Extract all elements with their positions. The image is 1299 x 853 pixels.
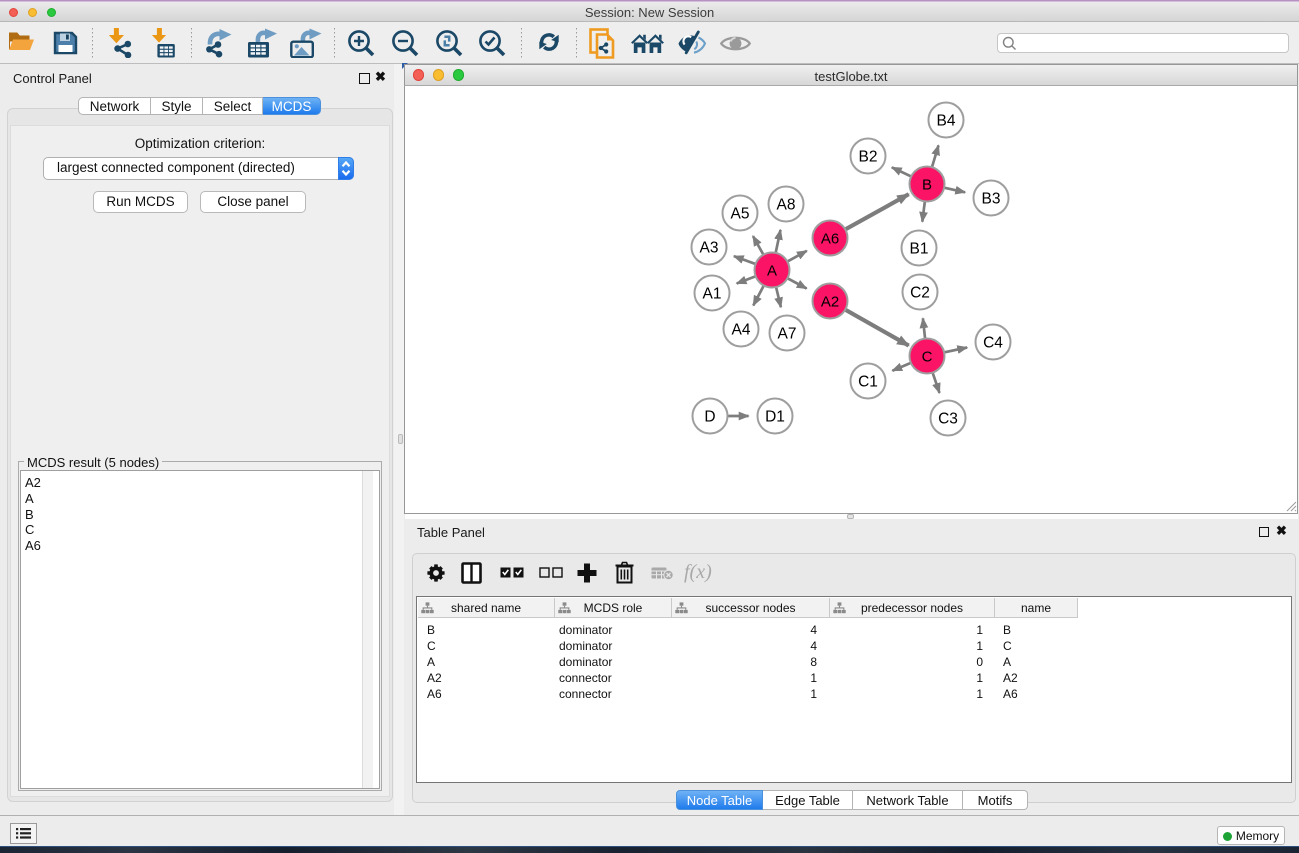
- svg-text:A2: A2: [821, 293, 839, 310]
- svg-text:B: B: [922, 176, 932, 193]
- svg-text:C: C: [922, 348, 933, 365]
- svg-text:C2: C2: [910, 285, 930, 302]
- svg-text:C3: C3: [938, 411, 958, 428]
- svg-text:A: A: [767, 262, 777, 279]
- svg-text:A1: A1: [703, 286, 722, 303]
- svg-text:C4: C4: [983, 335, 1003, 352]
- svg-text:A4: A4: [732, 322, 751, 339]
- svg-text:A6: A6: [821, 230, 839, 247]
- svg-text:B1: B1: [910, 241, 929, 258]
- svg-text:D: D: [704, 409, 715, 426]
- svg-text:B2: B2: [859, 149, 878, 166]
- svg-text:A3: A3: [700, 240, 719, 257]
- svg-text:A5: A5: [731, 206, 750, 223]
- svg-text:A8: A8: [777, 197, 796, 214]
- svg-text:C1: C1: [858, 374, 878, 391]
- svg-text:D1: D1: [765, 409, 785, 426]
- svg-text:A7: A7: [778, 326, 797, 343]
- svg-text:B3: B3: [982, 191, 1001, 208]
- svg-text:B4: B4: [937, 113, 956, 130]
